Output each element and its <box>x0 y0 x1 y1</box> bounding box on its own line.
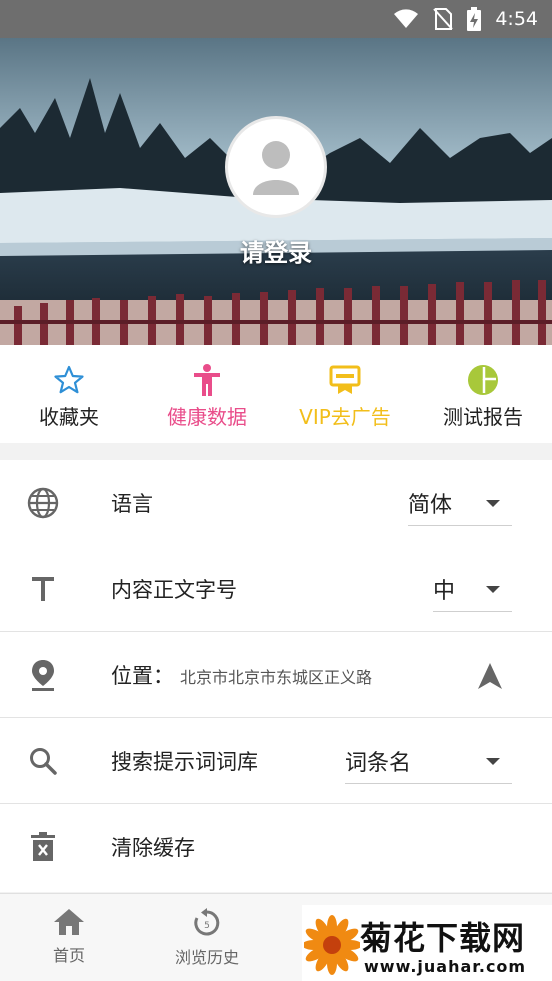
tab-home[interactable]: 首页 <box>0 894 138 981</box>
status-bar: 4:54 <box>0 0 552 38</box>
setting-row-language[interactable]: 语言 简体 <box>0 460 552 546</box>
font-size-value: 中 <box>433 578 456 604</box>
search-icon <box>30 748 57 775</box>
user-avatar-icon <box>253 141 299 195</box>
chrysanthemum-logo <box>304 915 360 975</box>
watermark-url: www.juahar.com <box>364 957 527 976</box>
avatar[interactable] <box>225 116 327 218</box>
setting-row-clear-cache[interactable]: 清除缓存 <box>0 804 552 890</box>
quick-item-label: 健康数据 <box>167 405 247 429</box>
quick-item-vip[interactable]: VIP去广告 <box>276 345 414 443</box>
chevron-down-icon <box>486 500 500 507</box>
settings-list: 语言 简体 内容正文字号 中 位置： 北京市北京市东城区正义路 搜索提示词词库 词… <box>0 460 552 892</box>
setting-label: 搜索提示词词库 <box>111 750 258 774</box>
chevron-down-icon <box>486 586 500 593</box>
watermark-brand: 菊花下载网 <box>360 919 526 957</box>
language-select[interactable]: 简体 <box>408 480 512 526</box>
location-value: 北京市北京市东城区正义路 <box>180 668 373 687</box>
quick-actions: 收藏夹 健康数据 VIP去广告 测试报告 <box>0 345 552 443</box>
language-value: 简体 <box>408 492 453 518</box>
search-dictionary-value: 词条名 <box>345 750 412 776</box>
quick-item-favorites[interactable]: 收藏夹 <box>0 345 138 443</box>
location-pin-icon <box>32 660 54 691</box>
setting-row-font-size[interactable]: 内容正文字号 中 <box>0 546 552 632</box>
history-badge: 5 <box>204 921 210 931</box>
no-sim-icon <box>433 8 454 30</box>
star-icon <box>54 365 84 394</box>
quick-item-label: VIP去广告 <box>299 405 391 429</box>
tab-history[interactable]: 5 浏览历史 <box>138 894 276 981</box>
battery-charging-icon <box>467 7 482 31</box>
watermark: 菊花下载网 www.juahar.com <box>302 905 552 981</box>
text-size-icon <box>32 577 54 601</box>
quick-item-test-report[interactable]: 测试报告 <box>414 345 552 443</box>
location-label: 位置： <box>111 664 174 688</box>
globe-icon <box>27 487 59 519</box>
quick-item-label: 收藏夹 <box>39 405 99 429</box>
wifi-icon <box>394 9 419 28</box>
setting-label: 内容正文字号 <box>111 578 237 602</box>
search-dictionary-select[interactable]: 词条名 <box>345 738 512 784</box>
pie-chart-icon <box>468 365 498 395</box>
tab-label: 首页 <box>52 946 85 965</box>
vip-badge-icon <box>329 365 361 394</box>
profile-header: 请登录 <box>0 38 552 345</box>
login-prompt[interactable]: 请登录 <box>0 233 552 268</box>
status-time: 4:54 <box>495 8 538 30</box>
person-icon <box>194 364 220 396</box>
home-icon <box>54 909 84 935</box>
navigation-arrow-icon[interactable] <box>477 662 503 690</box>
setting-row-search-dictionary[interactable]: 搜索提示词词库 词条名 <box>0 718 552 804</box>
quick-item-health-data[interactable]: 健康数据 <box>138 345 276 443</box>
trash-icon <box>31 832 55 861</box>
chevron-down-icon <box>486 758 500 765</box>
quick-item-label: 测试报告 <box>443 405 523 429</box>
history-icon: 5 <box>194 908 220 936</box>
setting-label: 语言 <box>111 492 153 516</box>
font-size-select[interactable]: 中 <box>433 566 512 612</box>
setting-row-location[interactable]: 位置： 北京市北京市东城区正义路 <box>0 632 552 718</box>
tab-label: 浏览历史 <box>174 948 239 967</box>
setting-label: 清除缓存 <box>111 836 195 860</box>
setting-label: 位置： 北京市北京市东城区正义路 <box>111 660 372 690</box>
